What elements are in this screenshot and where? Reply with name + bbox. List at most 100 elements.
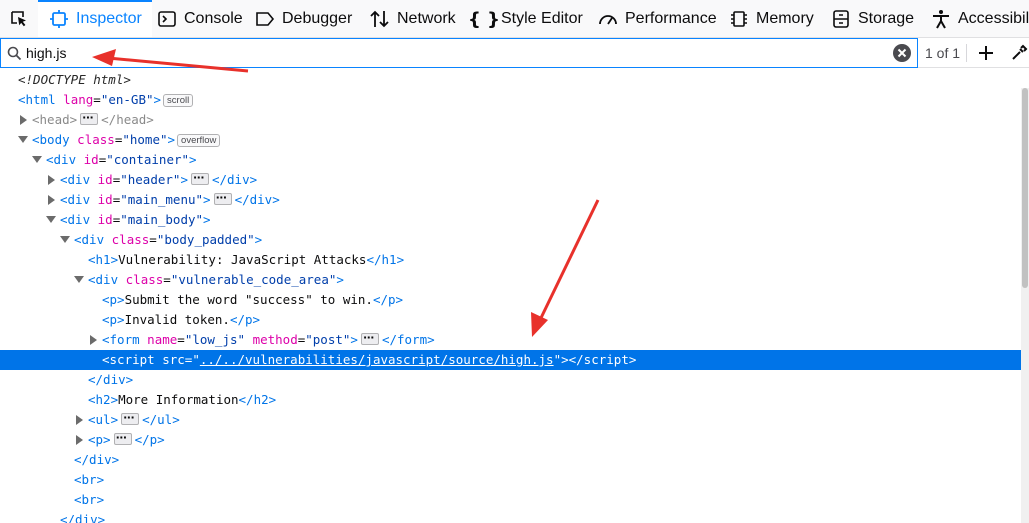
tab-label: Memory — [756, 10, 814, 27]
markup-tree: <!DOCTYPE html> <html lang="en-GB"> scrol… — [0, 68, 1021, 523]
markup-scrollbar[interactable] — [1021, 88, 1029, 523]
collapse-twisty[interactable] — [32, 156, 42, 163]
plus-icon — [979, 46, 993, 60]
tree-row-div-header[interactable]: <div id="header"></div> — [0, 168, 1021, 190]
tree-row-ul[interactable]: <ul></ul> — [0, 408, 1021, 430]
collapse-twisty[interactable] — [74, 276, 84, 283]
eyedropper-button[interactable] — [1008, 38, 1029, 68]
tree-row-html[interactable]: <html lang="en-GB"> scroll — [0, 90, 1021, 110]
search-result-count: 1 of 1 — [925, 45, 961, 61]
tab-network[interactable]: Network — [369, 0, 456, 37]
tree-row-p[interactable]: <p></p> — [0, 428, 1021, 450]
accessibility-icon — [930, 8, 952, 30]
tree-row-div-vulnerable[interactable]: <div class="vulnerable_code_area"> — [0, 270, 1021, 290]
search-icon — [6, 38, 22, 68]
element-picker-button[interactable] — [0, 0, 38, 37]
attr-value: "en-GB" — [100, 92, 154, 107]
attr-value: "post" — [305, 332, 351, 347]
memory-icon — [728, 8, 750, 30]
tree-row-p-invalid[interactable]: <p>Invalid token.</p> — [0, 310, 1021, 330]
attr-name: lang — [63, 92, 94, 107]
add-node-button[interactable] — [975, 38, 997, 68]
collapse-twisty[interactable] — [46, 216, 56, 223]
tab-label: Performance — [625, 10, 717, 27]
expand-twisty[interactable] — [48, 195, 55, 205]
tree-row-div-close[interactable]: </div> — [0, 370, 1021, 390]
tree-row-div-container[interactable]: <div id="container"> — [0, 150, 1021, 170]
eyedropper-icon — [1012, 44, 1028, 60]
tab-console[interactable]: Console — [156, 0, 243, 37]
ellipsis-button[interactable] — [360, 328, 379, 348]
tree-row-div-body-padded[interactable]: <div class="body_padded"> — [0, 230, 1021, 250]
tab-label: Console — [184, 10, 243, 27]
tree-row-div-close-3[interactable]: </div> — [0, 510, 1021, 523]
attr-value: "low_js" — [184, 332, 246, 347]
script-src-link[interactable]: ../../vulnerabilities/javascript/source/… — [200, 352, 554, 367]
attr-value: "body_padded" — [156, 232, 255, 247]
collapse-twisty[interactable] — [18, 136, 28, 143]
console-icon — [156, 8, 178, 30]
expand-twisty[interactable] — [76, 435, 83, 445]
clear-search-button[interactable] — [891, 38, 913, 68]
tab-label: Inspector — [76, 10, 142, 27]
h1-text: Vulnerability: JavaScript Attacks — [118, 252, 367, 267]
doctype-node: <!DOCTYPE html> — [18, 72, 131, 87]
markup-search-bar: 1 of 1 — [0, 38, 1029, 68]
tree-row-h2[interactable]: <h2>More Information</h2> — [0, 390, 1021, 410]
expand-twisty[interactable] — [48, 175, 55, 185]
inspector-icon — [48, 8, 70, 30]
tab-memory[interactable]: Memory — [728, 0, 814, 37]
tab-label: Storage — [858, 10, 915, 27]
ellipsis-button[interactable] — [190, 168, 209, 188]
head-close-tag: </head> — [101, 112, 154, 127]
ellipsis-button[interactable] — [121, 408, 140, 428]
tree-row-h1[interactable]: <h1>Vulnerability: JavaScript Attacks</h… — [0, 250, 1021, 270]
tree-row-doctype[interactable]: <!DOCTYPE html> — [0, 70, 1021, 90]
tab-storage[interactable]: Storage — [830, 0, 915, 37]
tab-label: Network — [397, 10, 456, 27]
expand-twisty[interactable] — [76, 415, 83, 425]
tree-row-body[interactable]: <body class="home"> overflow — [0, 130, 1021, 150]
tree-row-form[interactable]: <form name="low_js" method="post"></form… — [0, 328, 1021, 350]
tab-performance[interactable]: Performance — [597, 0, 717, 37]
search-input[interactable] — [26, 43, 886, 63]
html-tag: <html — [18, 92, 56, 107]
body-tag: <body — [32, 132, 70, 147]
expand-twisty[interactable] — [90, 335, 97, 345]
network-icon — [369, 8, 391, 30]
ellipsis-button[interactable] — [213, 188, 232, 208]
tree-row-div-main-body[interactable]: <div id="main_body"> — [0, 210, 1021, 230]
ellipsis-button[interactable] — [80, 108, 99, 128]
attr-value: "container" — [106, 152, 190, 167]
tab-style-editor[interactable]: { } Style Editor — [468, 0, 583, 37]
tree-row-br-1[interactable]: <br> — [0, 470, 1021, 490]
tab-label: Style Editor — [501, 10, 583, 27]
storage-icon — [830, 8, 852, 30]
devtools-toolbar: Inspector Console Debugger Network { } S… — [0, 0, 1029, 38]
overflow-badge[interactable]: overflow — [177, 134, 221, 147]
head-tag: <head> — [32, 112, 78, 127]
tree-row-div-close-2[interactable]: </div> — [0, 450, 1021, 470]
tab-debugger[interactable]: Debugger — [254, 0, 353, 37]
collapse-twisty[interactable] — [60, 236, 70, 243]
ellipsis-button[interactable] — [113, 428, 132, 448]
attr-value: "main_menu" — [120, 192, 204, 207]
p-text: Submit the word "success" to win. — [124, 292, 373, 307]
tree-row-p-submit[interactable]: <p>Submit the word "success" to win.</p> — [0, 290, 1021, 310]
attr-value: "main_body" — [120, 212, 204, 227]
expand-twisty[interactable] — [20, 115, 27, 125]
tree-row-div-main-menu[interactable]: <div id="main_menu"></div> — [0, 188, 1021, 210]
tree-row-script-selected[interactable]: <script src="../../vulnerabilities/javas… — [0, 350, 1021, 370]
tree-row-head[interactable]: <head> </head> — [0, 108, 1021, 130]
attr-value: "header" — [120, 172, 181, 187]
tab-label: Debugger — [282, 10, 353, 27]
tree-row-br-2[interactable]: <br> — [0, 490, 1021, 510]
scroll-badge[interactable]: scroll — [163, 94, 194, 107]
tab-accessibility[interactable]: Accessibility — [930, 0, 1029, 37]
p-text: Invalid token. — [124, 312, 230, 327]
h2-text: More Information — [118, 392, 239, 407]
scrollbar-thumb[interactable] — [1022, 88, 1028, 288]
attr-value: "home" — [122, 132, 168, 147]
tab-inspector[interactable]: Inspector — [38, 0, 152, 37]
attr-value: "vulnerable_code_area" — [170, 272, 337, 287]
